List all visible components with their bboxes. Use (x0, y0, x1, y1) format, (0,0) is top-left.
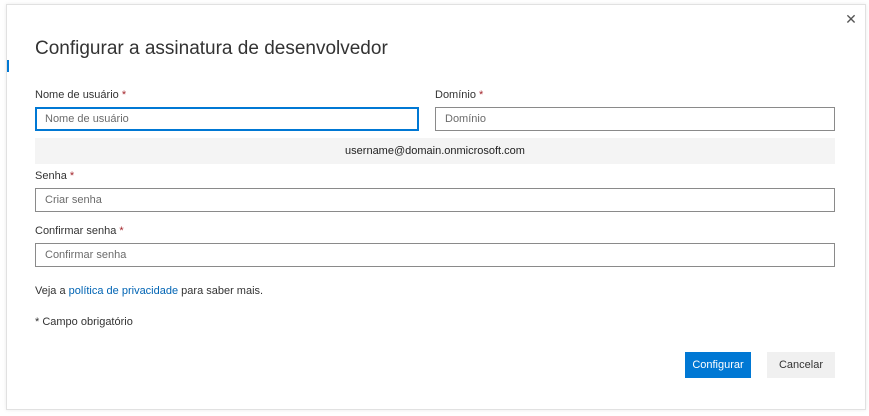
password-input[interactable] (35, 188, 835, 212)
password-label: Senha * (35, 170, 74, 182)
required-marker: * (119, 225, 124, 237)
account-preview: username@domain.onmicrosoft.com (35, 138, 835, 164)
configure-button[interactable]: Configurar (685, 352, 751, 378)
dialog-title: Configurar a assinatura de desenvolvedor (35, 38, 388, 59)
developer-subscription-dialog: ✕ Configurar a assinatura de desenvolved… (6, 4, 866, 410)
required-marker: * (121, 89, 127, 101)
domain-label: Domínio * (435, 89, 483, 101)
privacy-policy-link[interactable]: política de privacidade (69, 285, 178, 297)
privacy-prefix: Veja a (35, 285, 69, 297)
domain-input[interactable] (435, 107, 835, 131)
privacy-suffix: para saber mais. (178, 285, 264, 297)
confirm-password-input[interactable] (35, 243, 835, 267)
username-input[interactable] (35, 107, 419, 131)
focus-accent (7, 60, 9, 72)
required-field-note: * Campo obrigatório (35, 316, 133, 328)
confirm-password-label: Confirmar senha * (35, 225, 124, 237)
password-label-text: Senha (35, 170, 67, 182)
username-label-text: Nome de usuário (35, 89, 119, 101)
privacy-notice: Veja a política de privacidade para sabe… (35, 285, 263, 297)
cancel-button[interactable]: Cancelar (767, 352, 835, 378)
required-marker: * (69, 170, 75, 182)
required-marker: * (479, 89, 484, 101)
close-icon[interactable]: ✕ (843, 11, 859, 27)
username-label: Nome de usuário * (35, 89, 126, 101)
confirm-password-label-text: Confirmar senha (35, 225, 117, 237)
domain-label-text: Domínio (435, 89, 476, 101)
